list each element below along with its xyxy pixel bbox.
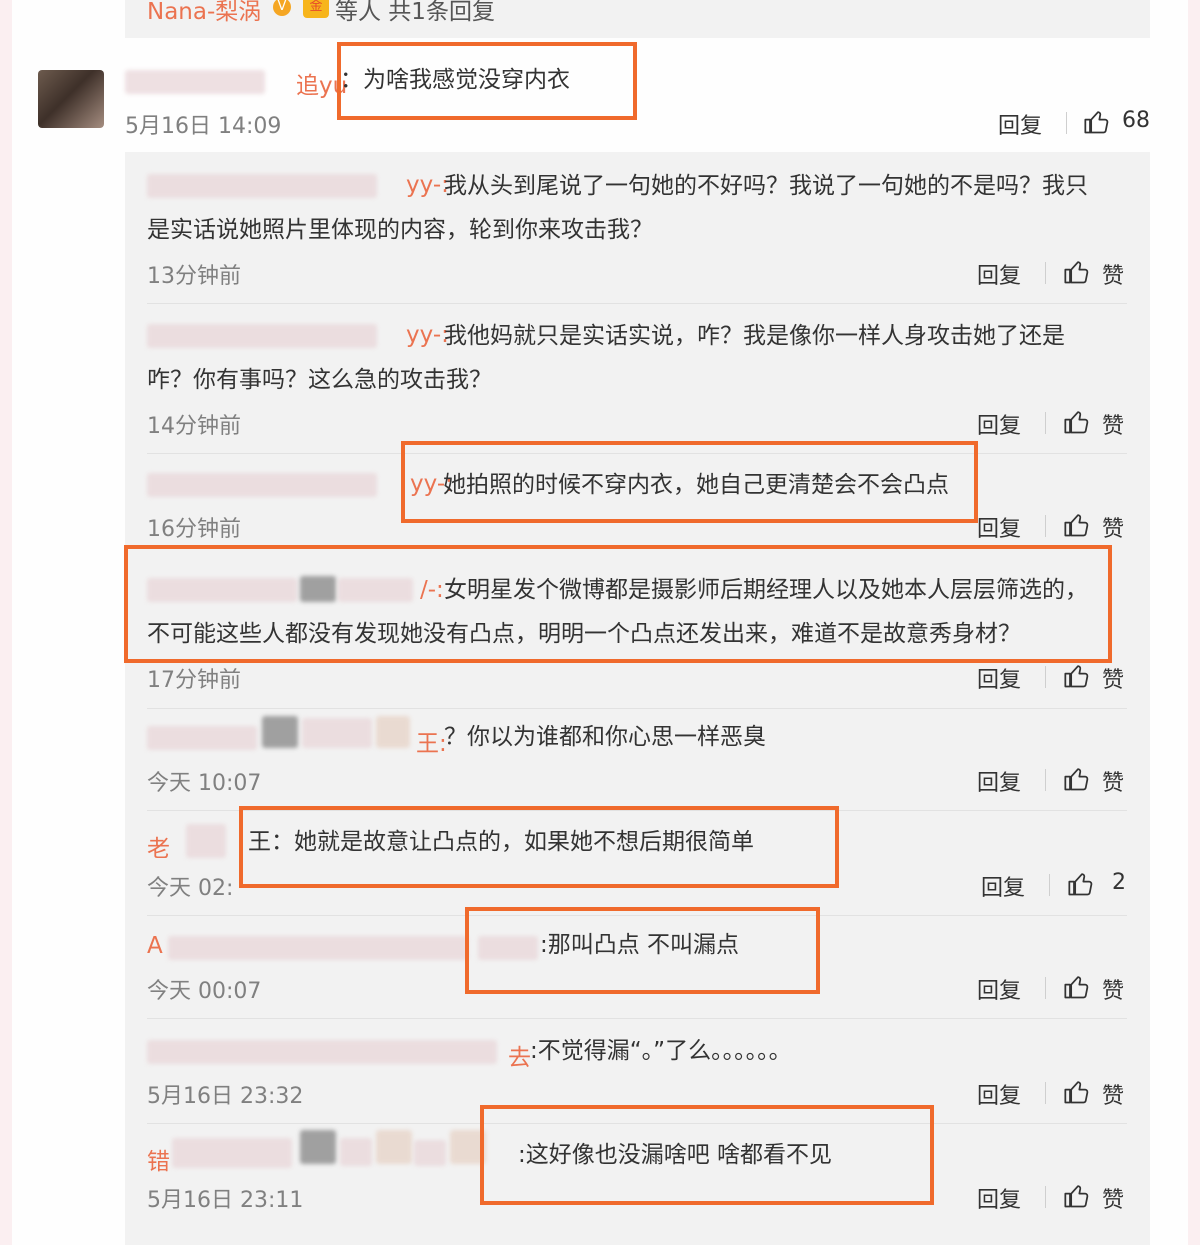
like-button[interactable]: 赞: [1102, 1078, 1124, 1110]
reply-username[interactable]: yy-:: [406, 172, 449, 198]
thumbs-up-icon[interactable]: [1063, 1182, 1091, 1210]
highlight-box: [401, 441, 978, 523]
blurred-username: [147, 473, 377, 497]
reply-time: 13分钟前: [147, 264, 241, 289]
reply-text-line2: 咋？你有事吗？这么急的攻击我？: [147, 367, 492, 393]
reply-time: 5月16日 23:11: [147, 1188, 304, 1213]
blurred-username: [147, 324, 377, 348]
reply-button[interactable]: 回复: [998, 108, 1042, 140]
divider: [1045, 977, 1046, 999]
reply-button[interactable]: 回复: [977, 1182, 1021, 1214]
highlight-box: [337, 42, 637, 120]
blurred-username: [147, 174, 377, 198]
thumbs-up-icon[interactable]: [1063, 765, 1091, 793]
highlight-box: [480, 1105, 934, 1205]
reply-button[interactable]: 回复: [977, 973, 1021, 1005]
divider: [1045, 666, 1046, 688]
divider: [1045, 769, 1046, 791]
divider: [1049, 874, 1050, 896]
reply-button[interactable]: 回复: [977, 662, 1021, 694]
divider: [1045, 262, 1046, 284]
reply-text: :不觉得漏“。”了么。。。。。。: [530, 1038, 792, 1064]
reply-username[interactable]: A: [147, 933, 163, 959]
thumbs-up-icon[interactable]: [1063, 662, 1091, 690]
banner-summary[interactable]: 等人 共1条回复: [335, 0, 495, 26]
row-divider: [147, 303, 1127, 304]
row-divider: [147, 1018, 1127, 1019]
divider: [1045, 515, 1046, 537]
banner-author[interactable]: Nana-梨涡: [147, 0, 261, 26]
like-button[interactable]: 赞: [1102, 973, 1124, 1005]
divider: [1045, 412, 1046, 434]
thumbs-up-icon[interactable]: [1063, 973, 1091, 1001]
blurred-avatar: [300, 1130, 336, 1164]
highlight-box: [124, 545, 1112, 663]
blurred-username: [147, 1040, 497, 1064]
reply-button[interactable]: 回复: [977, 408, 1021, 440]
like-button[interactable]: 赞: [1102, 408, 1124, 440]
verified-icon: V: [273, 0, 291, 16]
reply-button[interactable]: 回复: [977, 765, 1021, 797]
like-button[interactable]: 赞: [1102, 765, 1124, 797]
like-button[interactable]: 赞: [1102, 258, 1124, 290]
blurred-username: [414, 1140, 446, 1166]
reply-username[interactable]: 错: [147, 1142, 170, 1176]
reply-time: 14分钟前: [147, 414, 241, 439]
reply-time: 5月16日 23:32: [147, 1084, 304, 1109]
vip-badge-icon: 金: [303, 0, 329, 18]
reply-username[interactable]: 去: [508, 1038, 531, 1072]
like-button[interactable]: 赞: [1102, 1182, 1124, 1214]
reply-button[interactable]: 回复: [977, 1078, 1021, 1110]
main-comment-time: 5月16日 14:09: [125, 114, 282, 139]
divider: [1066, 112, 1067, 134]
blurred-username: [340, 1138, 372, 1166]
blurred-username: [186, 824, 226, 858]
divider: [1045, 1082, 1046, 1104]
thumbs-up-icon[interactable]: [1067, 870, 1095, 898]
reply-time: 16分钟前: [147, 517, 241, 542]
reply-button[interactable]: 回复: [977, 511, 1021, 543]
reply-text: ？你以为谁都和你心思一样恶臭: [444, 724, 766, 750]
like-count: 68: [1122, 108, 1150, 133]
highlight-box: [239, 806, 839, 888]
blurred-username: [125, 70, 265, 94]
thumbs-up-icon[interactable]: [1063, 408, 1091, 436]
blurred-avatar: [262, 716, 298, 748]
highlight-box: [465, 907, 820, 994]
blurred-username: [172, 1138, 292, 1168]
reply-text-line2: 是实话说她照片里体现的内容，轮到你来攻击我？: [147, 217, 653, 243]
top-reply-summary[interactable]: Nana-梨涡 V 金 等人 共1条回复: [125, 0, 1150, 38]
thumbs-up-icon[interactable]: [1063, 258, 1091, 286]
blurred-username: [302, 718, 372, 748]
divider: [1045, 1186, 1046, 1208]
reply-time: 今天 02:: [147, 876, 234, 901]
blurred-username: [168, 936, 468, 960]
reply-time: 17分钟前: [147, 668, 241, 693]
reply-button[interactable]: 回复: [977, 258, 1021, 290]
like-button[interactable]: 赞: [1102, 511, 1124, 543]
thumbs-up-icon[interactable]: [1083, 108, 1111, 136]
like-count: 2: [1112, 870, 1126, 895]
reply-time: 今天 00:07: [147, 979, 262, 1004]
thumbs-up-icon[interactable]: [1063, 511, 1091, 539]
reply-time: 今天 10:07: [147, 771, 262, 796]
reply-text: 我从头到尾说了一句她的不好吗？我说了一句她的不是吗？我只: [444, 173, 1088, 199]
like-button[interactable]: 赞: [1102, 662, 1124, 694]
reply-username[interactable]: yy-:: [406, 322, 449, 348]
row-divider: [147, 708, 1127, 709]
thumbs-up-icon[interactable]: [1063, 1078, 1091, 1106]
blurred-avatar: [376, 1130, 412, 1164]
reply-username[interactable]: 老: [147, 829, 170, 863]
blurred-avatar: [376, 716, 410, 748]
blurred-username: [147, 726, 257, 750]
reply-text: 我他妈就只是实话实说，咋？我是像你一样人身攻击她了还是: [444, 323, 1065, 349]
reply-button[interactable]: 回复: [981, 870, 1025, 902]
avatar[interactable]: [38, 70, 104, 128]
reply-username[interactable]: 王:: [416, 724, 447, 758]
